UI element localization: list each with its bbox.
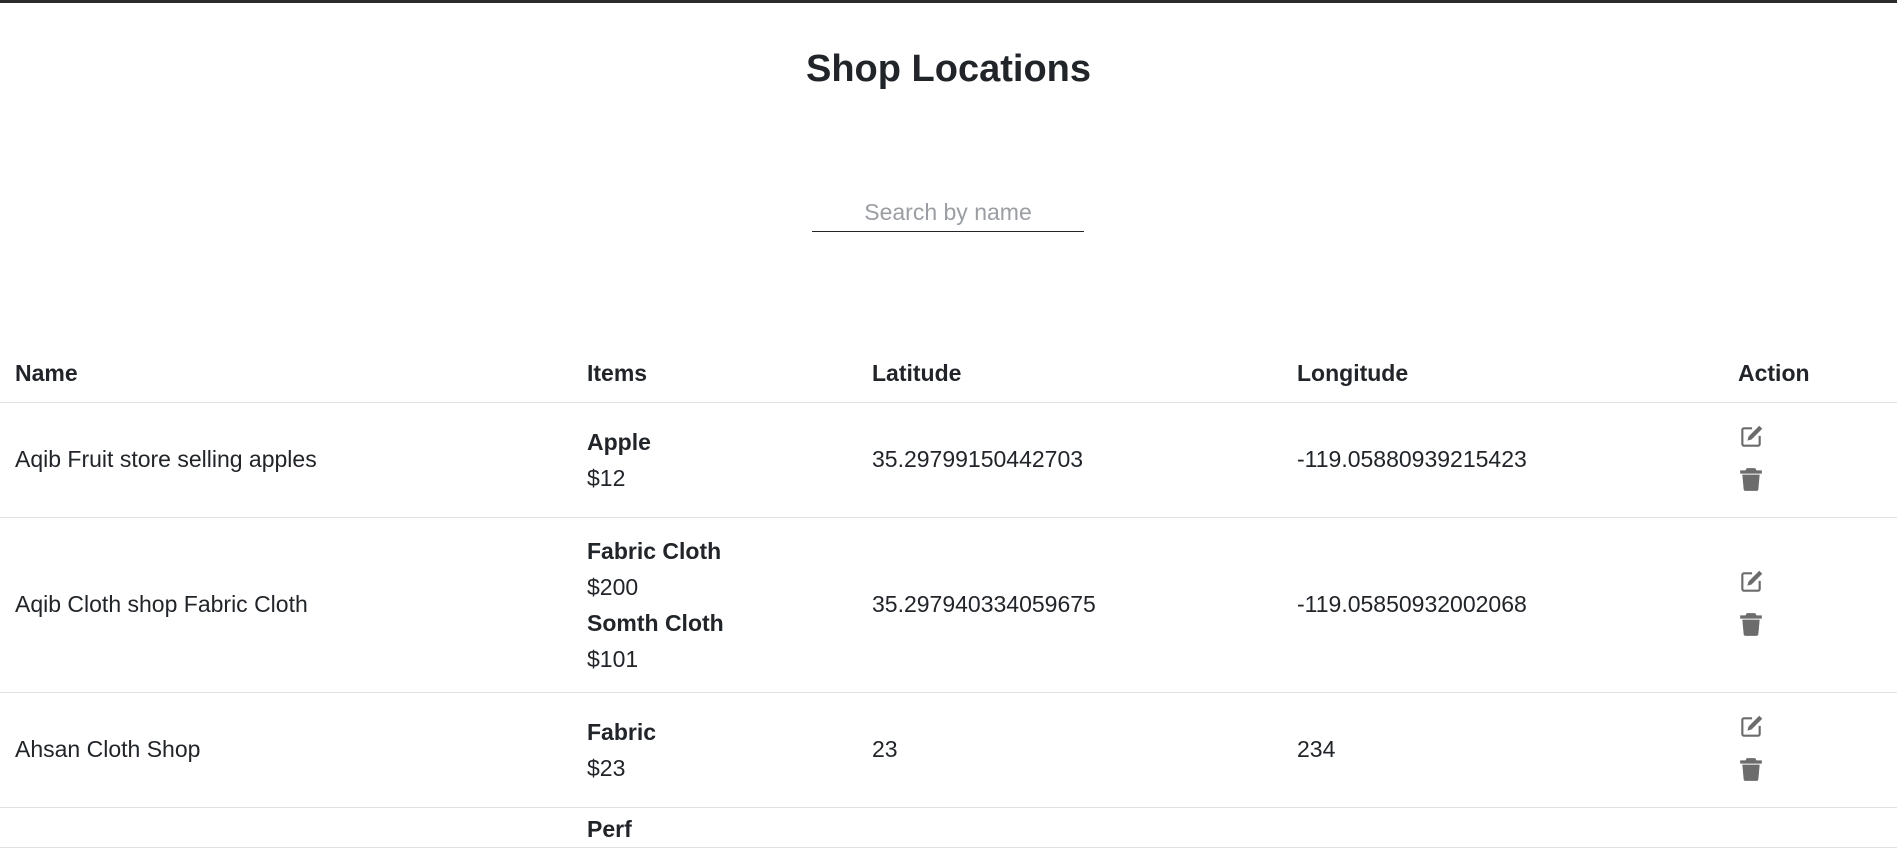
table-row: Aqib Fruit store selling apples Apple $1… (0, 402, 1897, 518)
shop-name: Aqib Cloth shop Fabric Cloth (0, 517, 572, 693)
delete-button[interactable] (1738, 756, 1768, 786)
trash-icon (1740, 467, 1762, 491)
edit-button[interactable] (1738, 714, 1768, 744)
table-row: Perf (0, 807, 1897, 848)
action-cell (1723, 517, 1897, 693)
trash-icon (1740, 757, 1762, 781)
edit-icon (1741, 425, 1763, 447)
edit-icon (1741, 570, 1763, 592)
action-cell (1723, 402, 1897, 518)
shop-name (0, 807, 572, 848)
latitude-value (857, 807, 1282, 848)
table-row: Ahsan Cloth Shop Fabric $23 23 234 (0, 692, 1897, 808)
search-input[interactable] (812, 196, 1084, 232)
item-name: Perf (587, 815, 632, 842)
latitude-value: 23 (857, 692, 1282, 808)
delete-button[interactable] (1738, 466, 1768, 496)
item-price: $200 (587, 573, 639, 600)
header-action: Action (1723, 346, 1897, 403)
table-header-row: Name Items Latitude Longitude Action (0, 346, 1897, 403)
shop-name: Ahsan Cloth Shop (0, 692, 572, 808)
item-name: Apple (587, 428, 651, 455)
action-cell (1723, 692, 1897, 808)
item-price: $12 (587, 464, 626, 491)
header-latitude: Latitude (857, 346, 1282, 403)
items-list: Apple $12 (572, 402, 857, 518)
edit-button[interactable] (1738, 569, 1768, 599)
items-list: Perf (572, 807, 857, 848)
page-title: Shop Locations (806, 48, 1091, 90)
header-name: Name (0, 346, 572, 403)
latitude-value: 35.29799150442703 (857, 402, 1282, 518)
item-name: Somth Cloth (587, 609, 724, 636)
items-list: Fabric Cloth $200 Somth Cloth $101 (572, 517, 857, 693)
header-items: Items (572, 346, 857, 403)
items-list: Fabric $23 (572, 692, 857, 808)
top-border (0, 0, 1897, 3)
table-row: Aqib Cloth shop Fabric Cloth Fabric Clot… (0, 517, 1897, 693)
search-container (812, 196, 1084, 232)
item-name: Fabric Cloth (587, 537, 722, 564)
header-longitude: Longitude (1282, 346, 1723, 403)
item-name: Fabric (587, 718, 657, 745)
item-price: $23 (587, 754, 626, 781)
latitude-value: 35.297940334059675 (857, 517, 1282, 693)
longitude-value: -119.05880939215423 (1282, 402, 1723, 518)
longitude-value: 234 (1282, 692, 1723, 808)
edit-button[interactable] (1738, 424, 1768, 454)
shops-table: Name Items Latitude Longitude Action Aqi… (0, 346, 1897, 848)
edit-icon (1741, 715, 1763, 737)
delete-button[interactable] (1738, 611, 1768, 641)
trash-icon (1740, 612, 1762, 636)
shop-name: Aqib Fruit store selling apples (0, 402, 572, 518)
longitude-value (1282, 807, 1723, 848)
longitude-value: -119.05850932002068 (1282, 517, 1723, 693)
action-cell (1723, 807, 1897, 848)
item-price: $101 (587, 645, 639, 672)
